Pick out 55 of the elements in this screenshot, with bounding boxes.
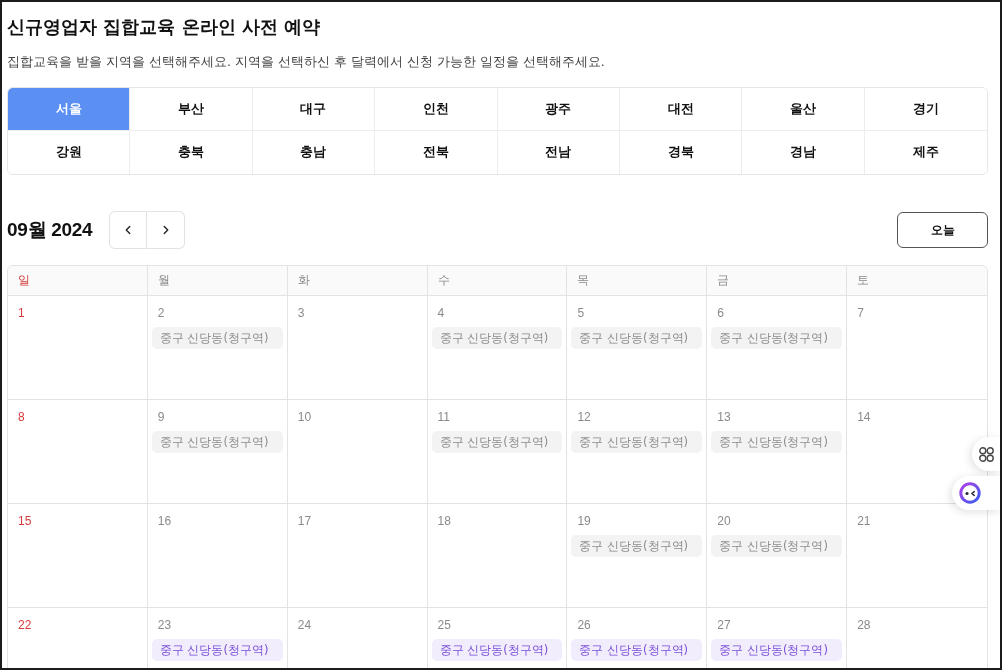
day-number: 14: [857, 409, 871, 425]
day-number: 16: [157, 513, 172, 529]
day-number: 2: [157, 305, 165, 321]
region-tab[interactable]: 광주: [497, 88, 620, 131]
weekday-label: 화: [297, 273, 310, 288]
day-number: 11: [437, 409, 451, 425]
region-tab[interactable]: 인천: [375, 88, 498, 131]
face-icon: [959, 482, 981, 504]
day-number: 18: [437, 513, 451, 529]
month-label: 09월 2024: [7, 218, 93, 242]
day-number: 25: [437, 617, 451, 633]
weekday-label: 일: [18, 273, 30, 288]
weekday-label: 월: [157, 273, 170, 288]
page-description: 집합교육을 받을 지역을 선택해주세요. 지역을 선택하신 후 달력에서 신청 가능한 일정을 선택해주세요.: [7, 53, 606, 71]
schedule-item[interactable]: 중구 신당동(청구역): [711, 639, 843, 661]
region-tab[interactable]: 강원: [8, 131, 131, 174]
day-number: 22: [18, 617, 32, 633]
today-button[interactable]: 오늘: [897, 212, 988, 248]
day-number: 4: [437, 305, 445, 321]
day-number: 19: [577, 513, 591, 529]
weekday-label: 목: [577, 273, 590, 288]
day-number: 5: [577, 305, 585, 321]
region-tab[interactable]: 울산: [742, 88, 865, 131]
weekday-label: 금: [717, 273, 730, 288]
weekday-label: 수: [437, 273, 450, 288]
day-number: 10: [297, 409, 312, 425]
region-tab[interactable]: 경기: [864, 88, 987, 131]
chatbot-button[interactable]: [952, 476, 1000, 510]
region-tab[interactable]: 대구: [252, 88, 376, 131]
day-number: 20: [717, 513, 731, 529]
floating-menu-button[interactable]: [972, 437, 1000, 471]
day-number: 13: [717, 409, 731, 425]
day-number: 26: [577, 617, 591, 633]
day-number: 3: [297, 305, 305, 321]
day-number: 1: [18, 305, 25, 321]
day-number: 15: [18, 513, 32, 529]
page-title: 신규영업자 집합교육 온라인 사전 예약: [7, 15, 322, 39]
schedule-item[interactable]: 중구 신당동(청구역): [571, 639, 703, 661]
day-number: 8: [18, 409, 25, 425]
schedule-item[interactable]: 중구 신당동(청구역): [431, 639, 563, 661]
day-number: 17: [297, 513, 312, 529]
region-tab[interactable]: 대전: [619, 88, 743, 131]
schedule-item[interactable]: 중구 신당동(청구역): [151, 639, 283, 661]
day-number: 9: [157, 409, 165, 425]
day-number: 21: [857, 513, 871, 529]
day-number: 27: [717, 617, 731, 633]
day-number: 12: [577, 409, 591, 425]
day-number: 28: [857, 617, 871, 633]
region-tab[interactable]: 부산: [130, 88, 253, 131]
day-number: 24: [297, 617, 312, 633]
weekday-label: 토: [857, 273, 870, 288]
day-number: 6: [717, 305, 724, 321]
day-number: 7: [857, 305, 864, 321]
four-rings-icon: [979, 446, 994, 462]
day-number: 23: [157, 617, 172, 633]
